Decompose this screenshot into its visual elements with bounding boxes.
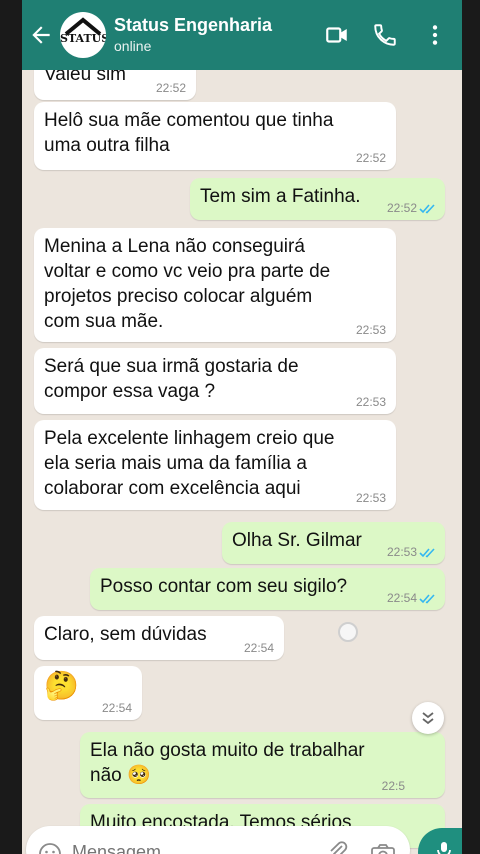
message-time: 22:52	[355, 151, 386, 165]
contact-name[interactable]: Status Engenharia	[114, 15, 272, 36]
message-incoming[interactable]: Menina a Lena não conseguirá voltar e co…	[34, 228, 396, 342]
message-time: 22:54	[386, 591, 417, 605]
thinking-emoji: 🤔	[44, 670, 79, 701]
message-text: Menina a Lena não conseguirá voltar e co…	[44, 236, 331, 332]
mic-icon	[437, 842, 451, 854]
message-time: 22:52	[386, 201, 417, 215]
more-options-icon[interactable]	[422, 22, 448, 48]
message-time: 22:53	[355, 395, 386, 409]
camera-icon[interactable]	[370, 842, 396, 854]
message-outgoing[interactable]: Ela não gosta muito de trabalhar não 🥺 2…	[80, 732, 445, 798]
message-time: 22:53	[355, 491, 386, 505]
avatar-logo-text: STATUS	[60, 32, 106, 45]
message-time: 22:54	[243, 641, 274, 655]
message-incoming[interactable]: Pela excelente linhagem creio que ela se…	[34, 420, 396, 510]
message-incoming[interactable]: Será que sua irmã gostaria de compor ess…	[34, 348, 396, 414]
read-ticks-icon	[419, 204, 435, 214]
chat-header: STATUS Status Engenharia online	[22, 0, 462, 70]
message-outgoing[interactable]: Tem sim a Fatinha. 22:52	[190, 178, 445, 220]
composer-bar	[26, 826, 410, 854]
back-arrow-icon[interactable]	[28, 22, 54, 48]
message-incoming[interactable]: 🤔 22:54	[34, 666, 142, 720]
message-text: Pela excelente linhagem creio que ela se…	[44, 428, 335, 499]
message-text: Será que sua irmã gostaria de compor ess…	[44, 356, 299, 402]
message-incoming[interactable]: Claro, sem dúvidas 22:54	[34, 616, 284, 660]
video-call-icon[interactable]	[324, 22, 350, 48]
read-ticks-icon	[419, 548, 435, 558]
phone-icon[interactable]	[372, 22, 398, 48]
chat-screen: STATUS Status Engenharia online Valeu si…	[22, 0, 462, 854]
message-list[interactable]: Valeu sim 22:52 Helô sua mãe comentou qu…	[22, 56, 462, 854]
scroll-down-icon	[422, 712, 434, 725]
message-outgoing[interactable]: Posso contar com seu sigilo? 22:54	[90, 568, 445, 610]
attach-clip-icon[interactable]	[326, 840, 350, 854]
message-input[interactable]	[70, 838, 274, 854]
scroll-to-bottom-button[interactable]	[412, 702, 444, 734]
message-text: Olha Sr. Gilmar	[232, 530, 362, 551]
message-time: 22:54	[101, 701, 132, 715]
message-outgoing[interactable]: Olha Sr. Gilmar 22:53	[222, 522, 445, 564]
message-text: Helô sua mãe comentou que tinha uma outr…	[44, 110, 334, 156]
contact-status: online	[114, 38, 152, 54]
message-incoming[interactable]: Helô sua mãe comentou que tinha uma outr…	[34, 102, 396, 170]
message-time: 22:5	[381, 779, 405, 793]
avatar[interactable]: STATUS	[60, 12, 106, 58]
message-time: 22:53	[355, 323, 386, 337]
message-text: Tem sim a Fatinha.	[200, 186, 361, 207]
emoji-icon[interactable]	[38, 842, 62, 854]
touch-indicator	[338, 622, 358, 642]
message-time: 22:53	[386, 545, 417, 559]
message-time: 22:52	[155, 81, 186, 95]
message-text: Ela não gosta muito de trabalhar não 🥺	[90, 740, 365, 786]
message-text: Posso contar com seu sigilo?	[100, 576, 348, 597]
read-ticks-icon	[419, 594, 435, 604]
message-text: Claro, sem dúvidas	[44, 624, 207, 645]
